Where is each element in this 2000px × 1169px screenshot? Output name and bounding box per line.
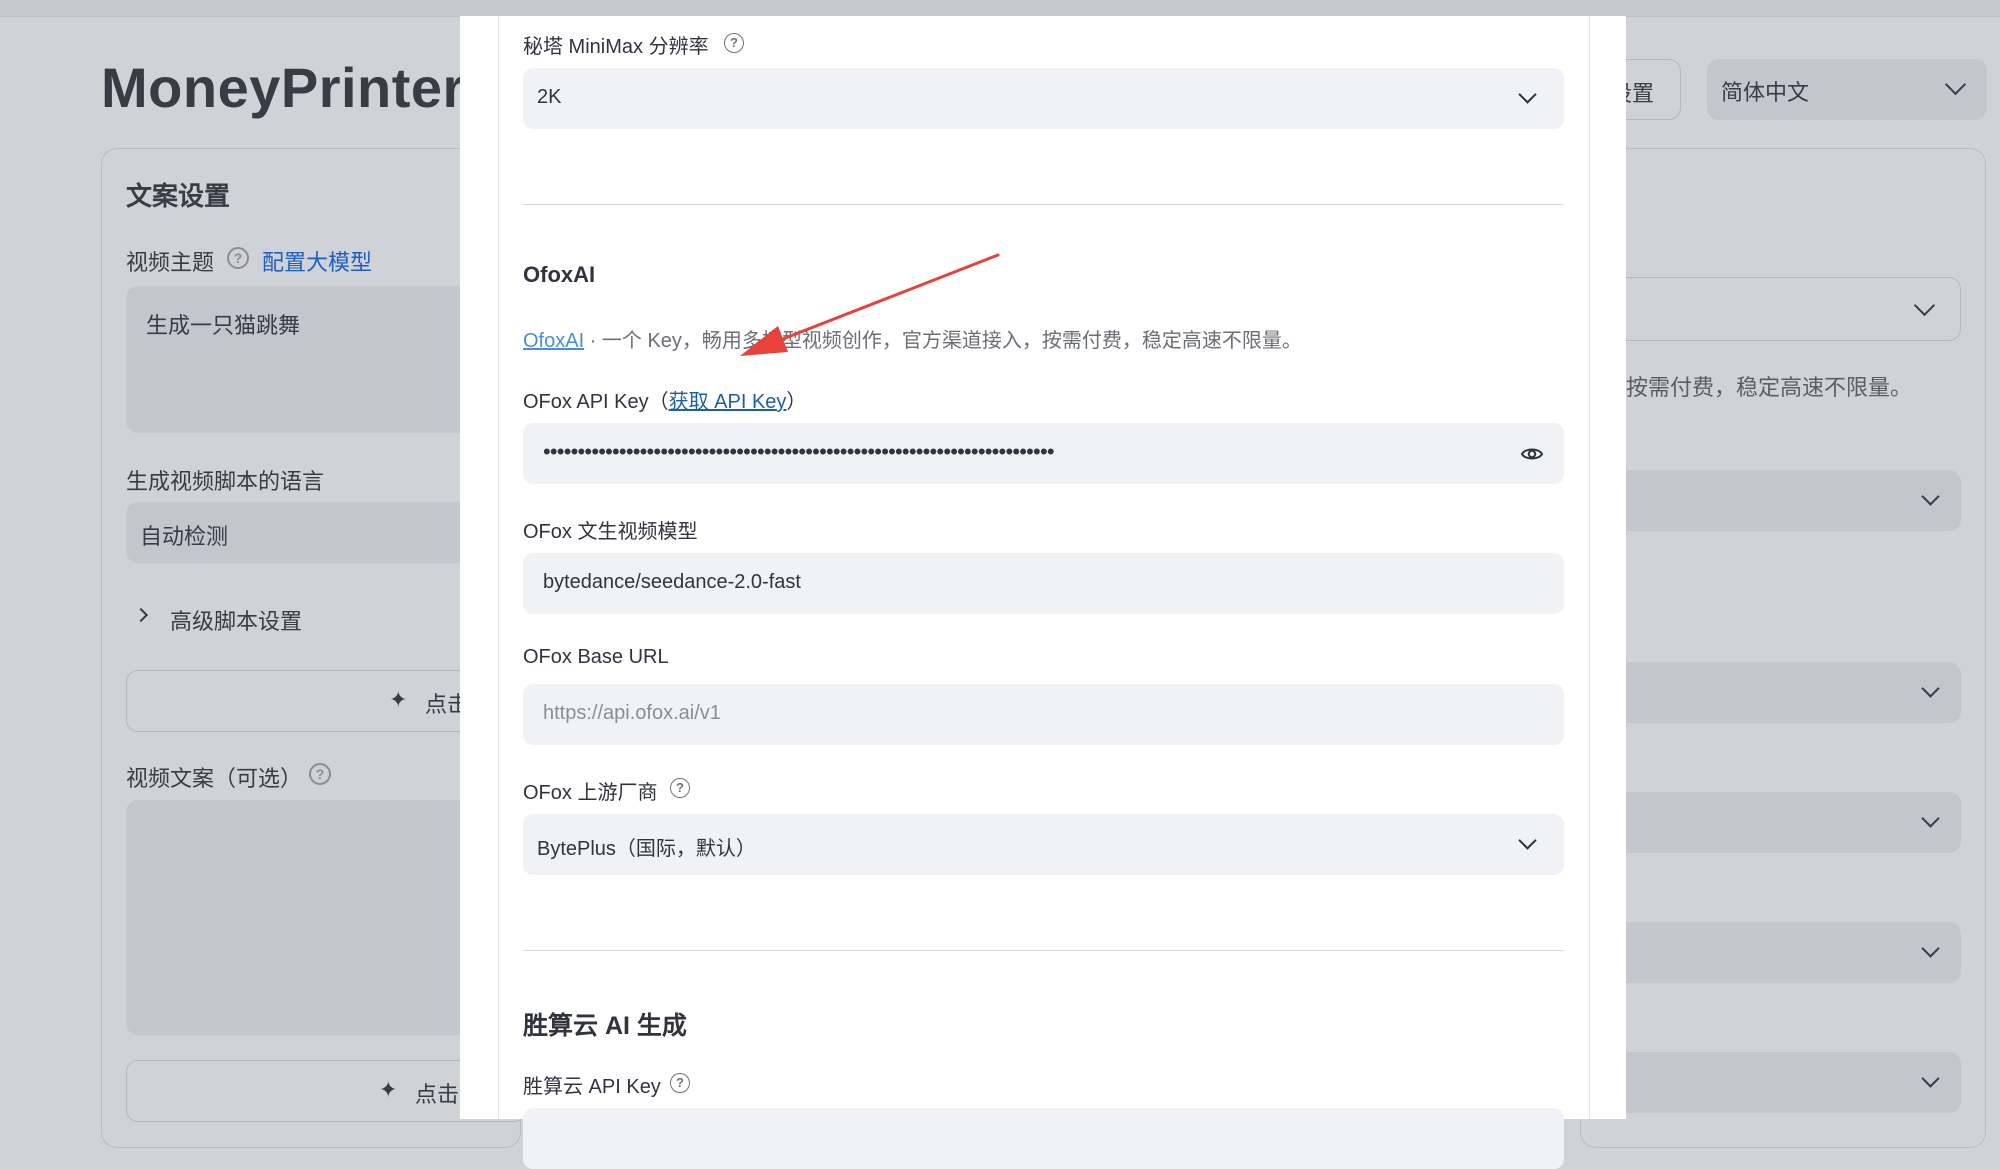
annotation-arrow: [740, 253, 1000, 356]
